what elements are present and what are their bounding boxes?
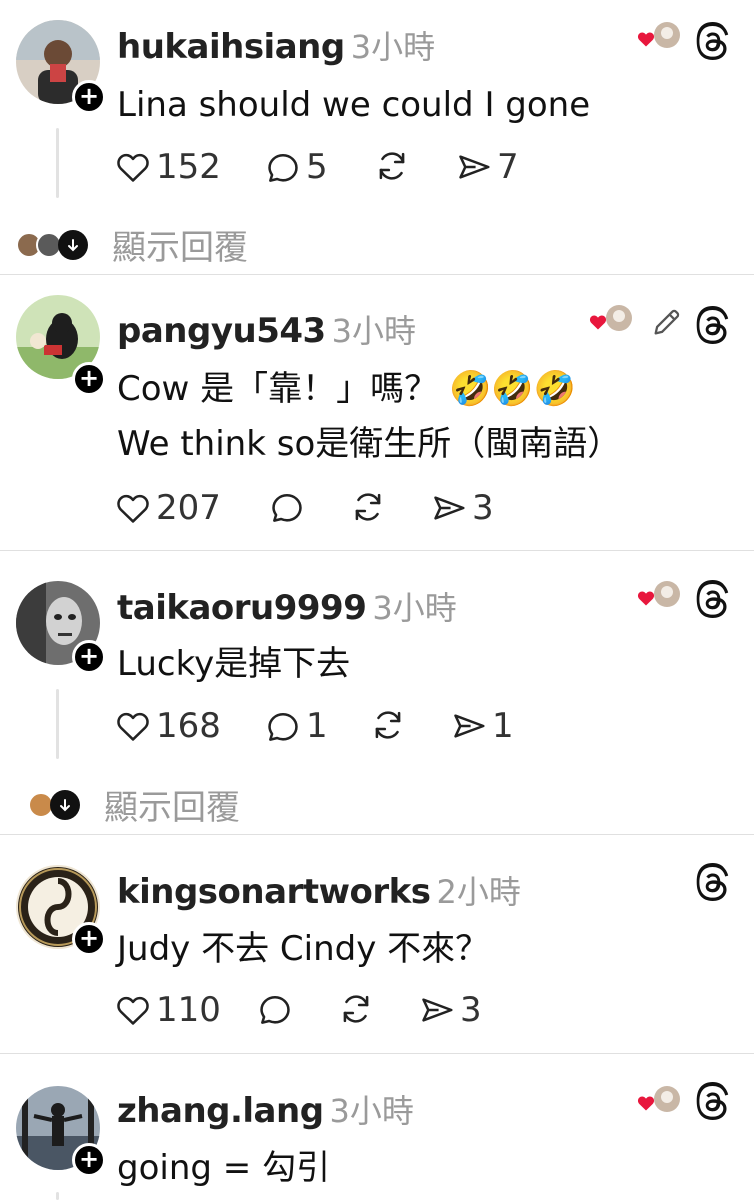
share-count: 1: [492, 706, 514, 746]
plus-follow-icon[interactable]: +: [72, 362, 106, 396]
comment-bubble-icon: [256, 990, 294, 1028]
username[interactable]: zhang.lang: [117, 1091, 324, 1131]
thread-line: [56, 128, 59, 198]
share-count: 3: [472, 488, 494, 528]
threads-logo-icon[interactable]: [694, 306, 732, 344]
post-header: taikaoru9999 3小時: [117, 583, 457, 629]
show-replies-label: 顯示回覆: [104, 788, 240, 828]
comment-bubble-icon: [264, 148, 302, 186]
comment-bubble-icon: [264, 707, 302, 745]
like-count: 152: [156, 147, 221, 187]
post-zhang-lang: + zhang.lang 3小時 going = 勾引: [0, 1054, 754, 1200]
username[interactable]: taikaoru9999: [117, 588, 367, 628]
like-button[interactable]: 207: [114, 488, 221, 528]
repost-button[interactable]: [349, 488, 387, 526]
repost-button[interactable]: [337, 990, 375, 1028]
plus-follow-icon[interactable]: +: [72, 80, 106, 114]
username[interactable]: pangyu543: [117, 311, 326, 351]
send-plane-icon: [430, 489, 468, 527]
heart-outline-icon: [114, 148, 152, 186]
post-header: hukaihsiang 3小時: [117, 22, 435, 68]
post-pangyu543: + pangyu543 3小時 Cow 是「靠！」嗎？ 🤣🤣🤣 We think …: [0, 275, 754, 550]
post-text-line: Lina should we could I gone: [117, 85, 591, 125]
send-plane-icon: [455, 148, 493, 186]
post-kingsonartworks: + kingsonartworks 2小時 Judy 不去 Cindy 不來？ 1…: [0, 835, 754, 1053]
reply-count: 1: [306, 706, 328, 746]
username[interactable]: hukaihsiang: [117, 27, 345, 67]
threads-logo-icon[interactable]: [694, 22, 732, 60]
reply-button[interactable]: [268, 488, 306, 526]
timestamp: 3小時: [329, 1092, 414, 1130]
post-text-line: Lucky是掉下去: [117, 644, 351, 684]
plus-follow-icon[interactable]: +: [72, 640, 106, 674]
send-plane-icon: [450, 707, 488, 745]
pencil-icon[interactable]: [650, 305, 684, 339]
repost-button[interactable]: [369, 706, 407, 744]
threads-logo-icon[interactable]: [694, 580, 732, 618]
timestamp: 3小時: [331, 312, 417, 350]
post-header: pangyu543 3小時: [117, 306, 416, 352]
post-header: zhang.lang 3小時: [117, 1086, 414, 1132]
reply-count: 5: [306, 147, 328, 187]
post-hukaihsiang: + hukaihsiang 3小時 Lina should we could I …: [0, 0, 754, 275]
like-count: 168: [156, 706, 221, 746]
plus-follow-icon[interactable]: +: [72, 1143, 106, 1177]
post-header: kingsonartworks 2小時: [117, 867, 521, 913]
share-button[interactable]: 1: [450, 706, 514, 746]
post-text-line: We think so是衛生所（閩南語）: [117, 424, 622, 464]
share-button[interactable]: 3: [418, 990, 482, 1030]
thread-line: [56, 1192, 59, 1200]
reply-button[interactable]: 1: [264, 706, 328, 746]
comment-bubble-icon: [268, 488, 306, 526]
repost-arrows-icon: [369, 706, 407, 744]
heart-outline-icon: [114, 991, 152, 1029]
like-count: 110: [156, 990, 221, 1030]
like-button[interactable]: 110: [114, 990, 221, 1030]
arrow-down-icon: [58, 229, 88, 260]
repost-arrows-icon: [349, 488, 387, 526]
plus-follow-icon[interactable]: +: [72, 922, 106, 956]
show-replies[interactable]: 顯示回覆: [28, 780, 240, 829]
send-plane-icon: [418, 991, 456, 1029]
like-count: 207: [156, 488, 221, 528]
like-button[interactable]: 152: [114, 147, 221, 187]
thread-line: [56, 689, 59, 759]
share-button[interactable]: 7: [455, 147, 519, 187]
share-count: 7: [497, 147, 519, 187]
share-count: 3: [460, 990, 482, 1030]
reply-button[interactable]: 5: [264, 147, 328, 187]
arrow-down-icon: [50, 789, 80, 820]
red-heart-author-avatar-icon: [637, 22, 680, 48]
timestamp: 3小時: [350, 28, 436, 66]
repost-arrows-icon: [337, 990, 375, 1028]
like-button[interactable]: 168: [114, 706, 221, 746]
red-heart-author-avatar-icon: [589, 305, 632, 331]
heart-outline-icon: [114, 707, 152, 745]
red-heart-author-avatar-icon: [637, 581, 680, 607]
post-taikaoru9999: + taikaoru9999 3小時 Lucky是掉下去 168 1 1 顯示回覆: [0, 551, 754, 834]
post-text-line: Judy 不去 Cindy 不來？: [117, 929, 490, 969]
timestamp: 2小時: [436, 873, 521, 911]
red-heart-author-avatar-icon: [637, 1086, 680, 1112]
share-button[interactable]: 3: [430, 488, 494, 528]
heart-outline-icon: [114, 489, 152, 527]
threads-logo-icon[interactable]: [694, 863, 732, 901]
repost-button[interactable]: [373, 147, 411, 185]
repost-arrows-icon: [373, 147, 411, 185]
reply-button[interactable]: [256, 990, 294, 1028]
threads-logo-icon[interactable]: [694, 1082, 732, 1120]
show-replies-label: 顯示回覆: [112, 228, 248, 268]
timestamp: 3小時: [372, 589, 457, 627]
username[interactable]: kingsonartworks: [117, 872, 431, 912]
show-replies[interactable]: 顯示回覆: [16, 220, 248, 269]
post-text-line: Cow 是「靠！」嗎？ 🤣🤣🤣: [117, 369, 576, 409]
post-text-line: going = 勾引: [117, 1148, 331, 1188]
